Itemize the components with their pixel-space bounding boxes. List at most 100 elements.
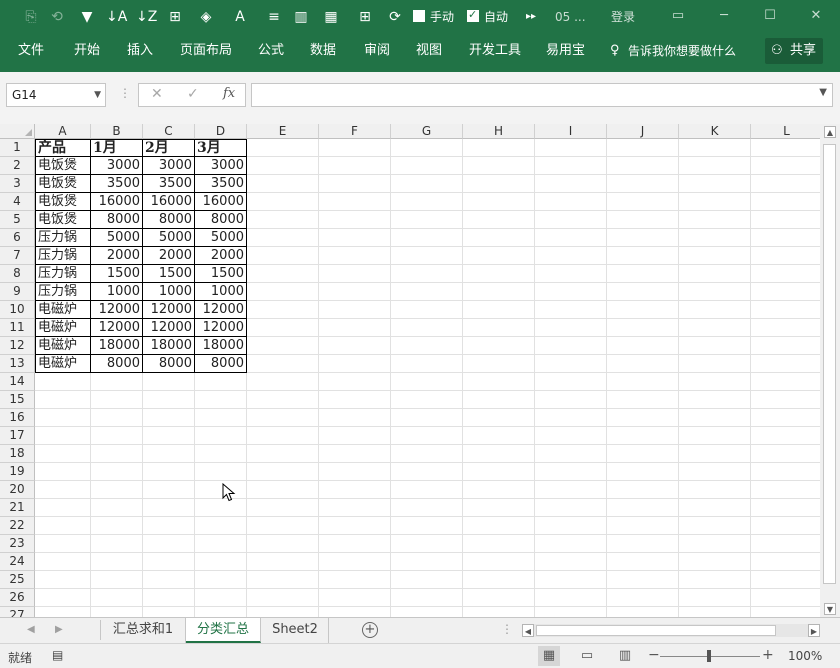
cell[interactable]: [247, 499, 319, 517]
cell[interactable]: [751, 283, 820, 301]
cell[interactable]: [535, 337, 607, 355]
product-cell[interactable]: 电磁炉: [35, 319, 91, 337]
value-cell[interactable]: 18000: [91, 337, 143, 355]
cell[interactable]: [91, 553, 143, 571]
vertical-scrollbar[interactable]: ▲ ▼: [820, 124, 840, 617]
page-layout-view-icon[interactable]: ▭: [576, 646, 598, 666]
cell[interactable]: [319, 427, 391, 445]
cell[interactable]: [679, 607, 751, 617]
cell[interactable]: [391, 607, 463, 617]
cell[interactable]: [247, 391, 319, 409]
cell[interactable]: [751, 571, 820, 589]
cell[interactable]: [751, 535, 820, 553]
zoom-slider-knob[interactable]: [707, 650, 711, 662]
cell[interactable]: [247, 265, 319, 283]
manual-checkbox[interactable]: [413, 10, 425, 22]
cell[interactable]: [679, 337, 751, 355]
row-header-25[interactable]: 25: [0, 571, 35, 589]
grid-icon[interactable]: ⊞: [356, 8, 374, 26]
cell[interactable]: [751, 139, 820, 157]
cell[interactable]: [607, 319, 679, 337]
cell[interactable]: [463, 265, 535, 283]
font-color-icon[interactable]: A: [230, 8, 250, 26]
cell[interactable]: [35, 517, 91, 535]
cell[interactable]: [195, 481, 247, 499]
column-header-l[interactable]: L: [751, 124, 820, 139]
cell[interactable]: [751, 193, 820, 211]
value-cell[interactable]: 1500: [91, 265, 143, 283]
cell[interactable]: [463, 463, 535, 481]
cell[interactable]: [391, 373, 463, 391]
cell[interactable]: [247, 445, 319, 463]
filter-icon[interactable]: ▼: [78, 8, 96, 26]
cell[interactable]: [535, 157, 607, 175]
cell[interactable]: [195, 445, 247, 463]
cell[interactable]: [535, 535, 607, 553]
cell[interactable]: [751, 229, 820, 247]
cell[interactable]: [535, 517, 607, 535]
value-cell[interactable]: 1500: [143, 265, 195, 283]
cell[interactable]: [391, 427, 463, 445]
tab-developer[interactable]: 开发工具: [469, 42, 521, 60]
cell[interactable]: [607, 391, 679, 409]
cell[interactable]: [607, 175, 679, 193]
cell[interactable]: [319, 589, 391, 607]
ribbon-display-options-icon[interactable]: ▭: [666, 6, 690, 26]
cell[interactable]: [751, 607, 820, 617]
cell[interactable]: [319, 193, 391, 211]
cell[interactable]: [535, 427, 607, 445]
column-header-h[interactable]: H: [463, 124, 535, 139]
more-commands-icon[interactable]: ▸▸: [524, 8, 538, 26]
value-cell[interactable]: 5000: [143, 229, 195, 247]
cell[interactable]: [607, 535, 679, 553]
cell[interactable]: [607, 373, 679, 391]
column-header-c[interactable]: C: [143, 124, 195, 139]
row-header-8[interactable]: 8: [0, 265, 35, 283]
column-header-b[interactable]: B: [91, 124, 143, 139]
row-header-11[interactable]: 11: [0, 319, 35, 337]
cell[interactable]: [247, 229, 319, 247]
format-painter-icon[interactable]: ⟲: [48, 8, 66, 26]
column-header-k[interactable]: K: [679, 124, 751, 139]
cell[interactable]: [391, 211, 463, 229]
cell[interactable]: [35, 571, 91, 589]
row-header-20[interactable]: 20: [0, 481, 35, 499]
cell[interactable]: [607, 607, 679, 617]
column-header-g[interactable]: G: [391, 124, 463, 139]
cell[interactable]: [679, 193, 751, 211]
row-header-4[interactable]: 4: [0, 193, 35, 211]
cell[interactable]: [319, 265, 391, 283]
cell[interactable]: [195, 373, 247, 391]
cell[interactable]: [463, 553, 535, 571]
cell[interactable]: [607, 337, 679, 355]
cell[interactable]: [319, 373, 391, 391]
cell[interactable]: [391, 175, 463, 193]
cell[interactable]: [247, 247, 319, 265]
cell[interactable]: [319, 139, 391, 157]
cell[interactable]: [91, 427, 143, 445]
cell[interactable]: [607, 247, 679, 265]
cell[interactable]: [391, 409, 463, 427]
cell[interactable]: [751, 337, 820, 355]
cell[interactable]: [463, 283, 535, 301]
value-cell[interactable]: 1000: [143, 283, 195, 301]
borders-icon[interactable]: ⊞: [166, 8, 184, 26]
cell[interactable]: [391, 157, 463, 175]
scroll-thumb[interactable]: [536, 625, 776, 636]
scroll-left-icon[interactable]: ◀: [522, 624, 534, 637]
cell[interactable]: [247, 139, 319, 157]
cell[interactable]: [751, 373, 820, 391]
cell[interactable]: [751, 265, 820, 283]
cell[interactable]: [391, 445, 463, 463]
cell[interactable]: [463, 481, 535, 499]
cell[interactable]: [143, 517, 195, 535]
value-cell[interactable]: 2000: [195, 247, 247, 265]
scroll-down-icon[interactable]: ▼: [824, 603, 836, 615]
cell[interactable]: [247, 211, 319, 229]
cell[interactable]: [751, 499, 820, 517]
cell[interactable]: [463, 175, 535, 193]
value-cell[interactable]: 12000: [143, 301, 195, 319]
name-box[interactable]: G14 ▼: [6, 83, 106, 107]
cell[interactable]: [607, 499, 679, 517]
zoom-out-icon[interactable]: −: [648, 647, 660, 663]
